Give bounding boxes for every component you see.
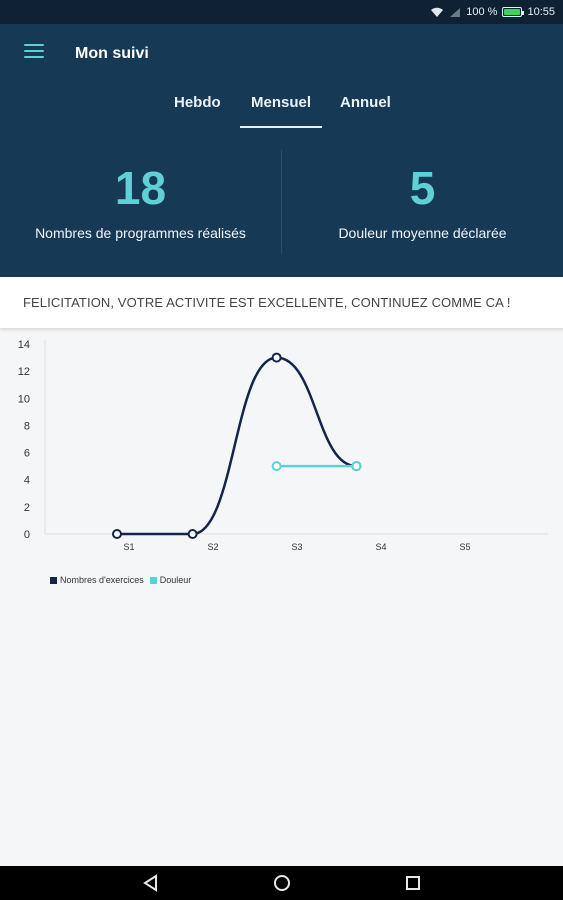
y-tick-label: 12 — [18, 366, 30, 378]
y-tick-label: 8 — [24, 420, 30, 432]
app-header: Mon suivi Hebdo Mensuel Annuel 18 Nombre… — [0, 24, 563, 277]
y-tick-label: 6 — [24, 448, 30, 460]
data-point — [351, 461, 362, 472]
x-tick-label: S5 — [459, 542, 470, 552]
y-tick-label: 4 — [24, 475, 30, 487]
status-bar: 100 % 10:55 — [0, 0, 563, 24]
data-point — [112, 529, 122, 539]
home-icon[interactable] — [272, 874, 292, 892]
tab-mensuel[interactable]: Mensuel — [239, 94, 323, 128]
period-tabs: Hebdo Mensuel Annuel — [0, 94, 563, 128]
y-tick-label: 0 — [24, 529, 30, 541]
series-line-0 — [117, 356, 357, 536]
stat-programmes: 18 Nombres de programmes réalisés — [0, 159, 281, 241]
back-icon[interactable] — [141, 874, 161, 892]
stat-programmes-value: 18 — [114, 162, 167, 214]
legend-item-exercices: Nombres d'exercices — [50, 575, 144, 585]
y-tick-label: 14 — [18, 339, 30, 351]
data-point — [271, 461, 282, 472]
y-tick-label: 2 — [24, 502, 30, 514]
y-tick-label: 10 — [18, 393, 30, 405]
system-nav-bar — [0, 866, 563, 900]
stat-douleur-label: Douleur moyenne déclarée — [338, 225, 507, 241]
feedback-banner: FELICITATION, VOTRE ACTIVITE EST EXCELLE… — [0, 277, 563, 328]
legend-label-douleur: Douleur — [159, 575, 192, 585]
x-tick-label: S2 — [207, 542, 218, 552]
battery-icon — [502, 7, 525, 17]
data-point — [187, 529, 198, 539]
activity-chart: 0 2 4 6 8 10 12 14 S1 S2 S3 S4 S5 Nombres d'exercice… — [0, 330, 563, 610]
x-tick-label: S1 — [123, 542, 134, 552]
chart-legend: Nombres d'exercices Douleur — [50, 575, 191, 585]
stat-douleur: 5 Douleur moyenne déclarée — [282, 159, 563, 241]
page-title: Mon suivi — [75, 45, 149, 62]
stat-douleur-value: 5 — [409, 162, 436, 214]
recents-icon[interactable] — [403, 874, 423, 892]
tab-annuel[interactable]: Annuel — [340, 94, 391, 128]
x-tick-label: S3 — [291, 542, 302, 552]
legend-item-douleur: Douleur — [149, 575, 192, 585]
wifi-icon — [431, 7, 444, 17]
chart-svg: 0 2 4 6 8 10 12 14 S1 S2 S3 S4 S5 — [18, 339, 548, 552]
stat-programmes-label: Nombres de programmes réalisés — [35, 225, 246, 241]
legend-label-exercices: Nombres d'exercices — [60, 575, 144, 585]
menu-icon[interactable] — [24, 44, 44, 62]
data-point — [271, 352, 282, 363]
tab-hebdo[interactable]: Hebdo — [174, 94, 221, 128]
clock: 10:55 — [527, 6, 555, 18]
x-tick-label: S4 — [375, 542, 386, 552]
signal-icon — [450, 7, 461, 17]
battery-percent: 100 % — [466, 6, 498, 18]
